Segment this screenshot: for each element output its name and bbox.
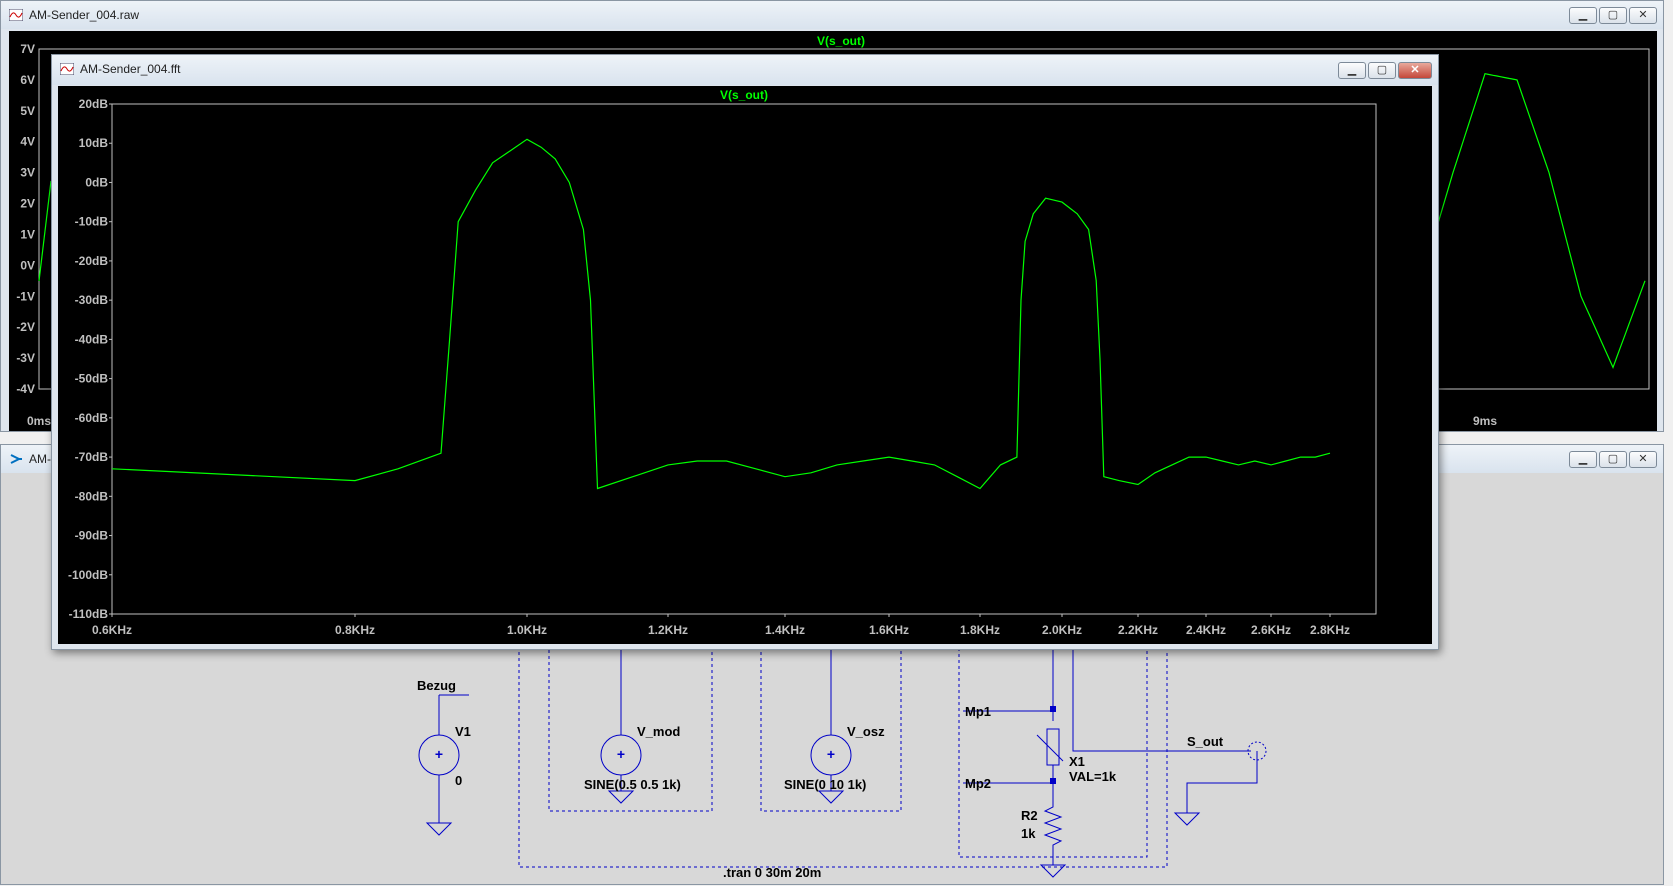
fft-xtick-9: 2.4KHz <box>1186 623 1226 637</box>
fft-ytick-6: -40dB <box>75 332 109 346</box>
fft-xtick-10: 2.6KHz <box>1251 623 1291 637</box>
raw-ytick-3: 4V <box>20 135 35 149</box>
fft-xtick-6: 1.8KHz <box>960 623 1000 637</box>
raw-trace-left <box>38 180 52 282</box>
close-button[interactable]: ✕ <box>1629 7 1657 24</box>
raw-ytick-5: 2V <box>20 197 35 211</box>
fft-trace-label: V(s_out) <box>720 88 768 102</box>
fft-ytick-13: -110dB <box>69 607 109 621</box>
fft-trace-line <box>111 138 1331 490</box>
maximize-button[interactable]: ▢ <box>1599 7 1627 24</box>
fft-xtick-7: 2.0KHz <box>1042 623 1082 637</box>
fft-ytick-12: -100dB <box>68 568 108 582</box>
fft-xtick-5: 1.6KHz <box>869 623 909 637</box>
fft-maximize-button[interactable]: ▢ <box>1368 62 1396 79</box>
fft-ytick-4: -20dB <box>75 254 109 268</box>
label-mp1: Mp1 <box>965 704 991 719</box>
minimize-button[interactable]: ▁ <box>1569 7 1597 24</box>
fft-window-title: AM-Sender_004.fft <box>80 62 181 76</box>
label-x1: X1 <box>1069 754 1085 769</box>
v1-plus: + <box>435 746 443 762</box>
label-v-mod-value: SINE(0.5 0.5 1k) <box>584 777 681 792</box>
label-x1-value: VAL=1k <box>1069 769 1117 784</box>
fft-xtick-11: 2.8KHz <box>1310 623 1350 637</box>
fft-ytick-8: -60dB <box>75 411 109 425</box>
label-v-osz: V_osz <box>847 724 885 739</box>
schematic-minimize-button[interactable]: ▁ <box>1569 451 1597 468</box>
label-mp2: Mp2 <box>965 776 991 791</box>
raw-ytick-4: 3V <box>20 166 35 180</box>
schematic-window-title: AM- <box>29 452 51 466</box>
raw-ytick-9: -2V <box>16 320 35 334</box>
schematic-close-button[interactable]: ✕ <box>1629 451 1657 468</box>
waveform-icon <box>60 63 74 75</box>
fft-ytick-9: -70dB <box>75 450 109 464</box>
raw-ytick-0: 7V <box>20 42 35 56</box>
fft-plot-window[interactable]: AM-Sender_004.fft ▁ ▢ ✕ V(s_out) 20dB 10d… <box>51 54 1439 650</box>
fft-minimize-button[interactable]: ▁ <box>1338 62 1366 79</box>
raw-ytick-1: 6V <box>20 73 35 87</box>
fft-ytick-0: 20dB <box>79 97 109 111</box>
fft-xtick-0: 0.6KHz <box>92 623 132 637</box>
raw-xtick-0ms: 0ms <box>27 414 51 428</box>
fft-ytick-5: -30dB <box>75 293 109 307</box>
label-r2-value: 1k <box>1021 826 1036 841</box>
raw-trace-label: V(s_out) <box>817 34 865 48</box>
schematic-maximize-button[interactable]: ▢ <box>1599 451 1627 468</box>
fft-ytick-11: -90dB <box>75 529 109 543</box>
fft-ytick-10: -80dB <box>75 489 109 503</box>
fft-plot-area[interactable]: V(s_out) 20dB 10dB 0dB -10dB -20dB -30dB -40dB… <box>58 86 1432 644</box>
fft-titlebar[interactable]: AM-Sender_004.fft ▁ ▢ ✕ <box>52 55 1438 85</box>
fft-xtick-1: 0.8KHz <box>335 623 375 637</box>
label-tran-directive: .tran 0 30m 20m <box>723 865 821 880</box>
label-v-mod: V_mod <box>637 724 680 739</box>
mp2-node <box>1050 778 1056 784</box>
raw-window-title: AM-Sender_004.raw <box>29 8 140 22</box>
raw-titlebar[interactable]: AM-Sender_004.raw ▁ ▢ ✕ <box>1 1 1663 29</box>
fft-ytick-1: 10dB <box>79 136 109 150</box>
vmod-plus: + <box>617 746 625 762</box>
raw-ytick-7: 0V <box>20 258 35 272</box>
fft-close-button[interactable]: ✕ <box>1398 62 1432 79</box>
label-v1: V1 <box>455 724 471 739</box>
raw-xtick-9ms: 9ms <box>1473 414 1497 428</box>
fft-ytick-3: -10dB <box>75 215 109 229</box>
fft-xtick-8: 2.2KHz <box>1118 623 1158 637</box>
fft-ytick-7: -50dB <box>75 372 109 386</box>
vosz-plus: + <box>827 746 835 762</box>
label-r2: R2 <box>1021 808 1038 823</box>
raw-ytick-11: -4V <box>16 382 35 396</box>
schematic-icon <box>10 454 22 464</box>
fft-xtick-2: 1.0KHz <box>507 623 547 637</box>
label-v1-value: 0 <box>455 773 462 788</box>
raw-ytick-2: 5V <box>20 104 35 118</box>
label-bezug: Bezug <box>417 678 456 693</box>
fft-plot-svg: V(s_out) 20dB 10dB 0dB -10dB -20dB -30dB -40dB… <box>68 88 1377 637</box>
label-s-out: S_out <box>1187 734 1224 749</box>
mp1-node <box>1050 706 1056 712</box>
waveform-icon <box>9 9 23 21</box>
fft-ytick-2: 0dB <box>85 175 108 189</box>
raw-ytick-6: 1V <box>20 227 35 241</box>
label-v-osz-value: SINE(0 10 1k) <box>784 777 866 792</box>
fft-plot-frame <box>111 103 1377 615</box>
fft-xtick-3: 1.2KHz <box>648 623 688 637</box>
raw-ytick-10: -3V <box>16 351 35 365</box>
raw-ytick-8: -1V <box>16 289 35 303</box>
fft-xtick-4: 1.4KHz <box>765 623 805 637</box>
